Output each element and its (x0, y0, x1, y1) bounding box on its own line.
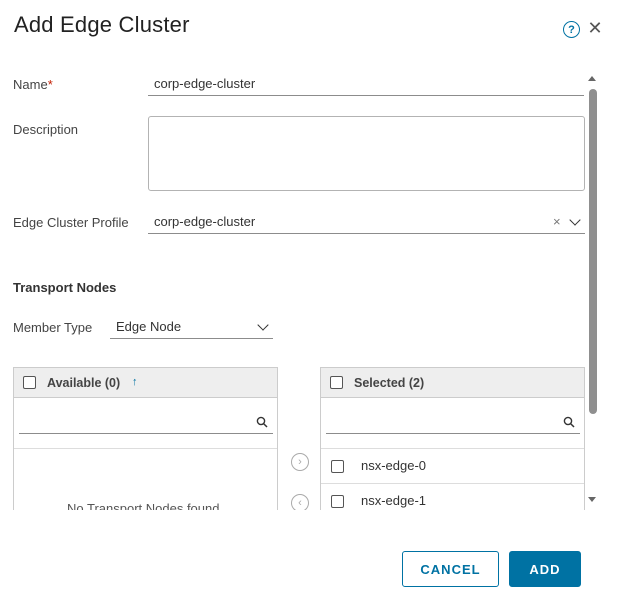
available-title: Available (0) (47, 376, 121, 390)
selected-search-input[interactable] (326, 408, 580, 434)
selected-panel: Selected (2) nsx-edge-0 nsx-edge-1 (320, 367, 585, 510)
close-icon[interactable]: ✕ (586, 18, 604, 38)
member-type-select[interactable]: Edge Node (110, 315, 273, 339)
move-right-icon[interactable]: › (291, 453, 309, 471)
item-checkbox[interactable] (331, 460, 344, 473)
selected-title: Selected (2) (354, 376, 425, 390)
scrollbar-thumb[interactable] (589, 89, 597, 414)
chevron-down-icon[interactable] (257, 319, 269, 331)
cancel-button[interactable]: CANCEL (402, 551, 499, 587)
available-panel-header: Available (0) ↑ (14, 368, 277, 398)
search-icon (563, 416, 575, 428)
available-divider (14, 448, 277, 449)
chevron-down-icon[interactable] (569, 214, 581, 226)
member-type-label: Member Type (13, 320, 93, 335)
description-label: Description (13, 122, 79, 137)
item-label: nsx-edge-1 (361, 493, 427, 508)
item-label: nsx-edge-0 (361, 458, 427, 473)
description-textarea[interactable] (148, 116, 585, 191)
available-panel: Available (0) ↑ No Transport Nodes found (13, 367, 278, 510)
edge-cluster-profile-label: Edge Cluster Profile (13, 215, 129, 230)
name-label: Name* (13, 77, 53, 92)
required-marker: * (47, 77, 53, 92)
selected-panel-header: Selected (2) (321, 368, 584, 398)
scroll-up-arrow-icon[interactable] (588, 76, 596, 81)
scroll-down-arrow-icon[interactable] (588, 497, 596, 502)
help-icon[interactable]: ? (563, 21, 580, 38)
edge-cluster-profile-value: corp-edge-cluster (154, 214, 256, 229)
available-empty-message: No Transport Nodes found (67, 501, 220, 510)
available-search-input[interactable] (19, 408, 273, 434)
list-item[interactable]: nsx-edge-0 (321, 449, 584, 484)
search-icon (256, 416, 268, 428)
name-input[interactable]: corp-edge-cluster (148, 72, 584, 96)
dialog-title: Add Edge Cluster (14, 12, 190, 37)
transport-nodes-heading: Transport Nodes (13, 280, 117, 295)
select-all-available-checkbox[interactable] (23, 376, 36, 389)
item-checkbox[interactable] (331, 495, 344, 508)
sort-ascending-icon[interactable]: ↑ (132, 376, 138, 388)
list-item[interactable]: nsx-edge-1 (321, 484, 584, 510)
name-label-text: Name (13, 77, 48, 92)
add-button[interactable]: ADD (509, 551, 581, 587)
member-type-value: Edge Node (116, 319, 182, 334)
clear-icon[interactable]: × (553, 210, 561, 234)
form-scroll-area: Name* corp-edge-cluster Description Edge… (0, 60, 600, 510)
select-all-selected-checkbox[interactable] (330, 376, 343, 389)
move-left-icon[interactable]: ‹ (291, 494, 309, 510)
edge-cluster-profile-select[interactable]: corp-edge-cluster × (148, 210, 585, 234)
